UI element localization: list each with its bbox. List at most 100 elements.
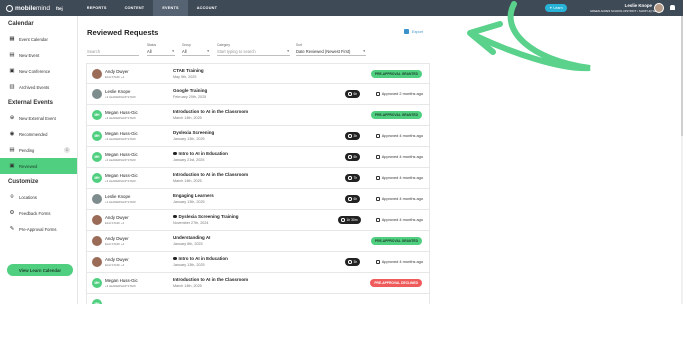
course-title[interactable]: Intro to AI in Education (173, 256, 228, 261)
course-title[interactable]: Dyslexia Screening Training (173, 214, 239, 219)
course-title[interactable]: Dyslexia Screening (173, 130, 214, 135)
table-row[interactable]: MH (86, 294, 430, 304)
avatar (92, 257, 102, 267)
sidebar-item-archived-events[interactable]: ▥ Archived Events (0, 79, 77, 95)
tab-content[interactable]: CONTENT (116, 0, 154, 16)
sidebar-item-label: Recommended (19, 131, 48, 137)
scrollbar-thumb[interactable] (681, 16, 683, 136)
clock-icon (348, 134, 352, 138)
table-row[interactable]: Leslie Knope +3 LEADERSHIP STAFF Engaging … (86, 189, 430, 210)
sidebar-item-recommended[interactable]: ◉ Recommended (0, 126, 77, 142)
avatar (92, 236, 102, 246)
course-title[interactable]: Engaging Learners (173, 193, 214, 198)
avatar (92, 215, 102, 225)
sort-select[interactable]: Date Reviewed (Newest First) ▾ (296, 47, 366, 56)
course-title[interactable]: Understanding AI (173, 235, 210, 240)
clock-icon (348, 176, 352, 180)
table-row[interactable]: MH Megan Huss-Gic +3 LEADERSHIP STAFF Intro… (86, 105, 430, 126)
page-title: Reviewed Requests (87, 28, 159, 37)
avatar: MH (92, 131, 102, 141)
main-content: Reviewed Requests Export Search Status A… (78, 16, 683, 304)
tab-events[interactable]: EVENTS (153, 0, 188, 16)
user-school: GREEN ACRES SCHOOL DISTRICT • SHOP HQ SE… (590, 9, 664, 13)
course-title[interactable]: Google Training (173, 88, 207, 93)
sidebar-item-pre-approval-forms[interactable]: ✎ Pre-Approval Forms (0, 221, 77, 237)
table-row[interactable]: MH Megan Huss-Gic +3 LEADERSHIP STAFF Dysle… (86, 126, 430, 147)
course-title[interactable]: Intro to AI in Education (173, 151, 228, 156)
person-name: Leslie Knope (105, 89, 131, 94)
chevron-down-icon: ▾ (287, 49, 289, 53)
app-logo[interactable]: mobile mind ftej (6, 4, 63, 12)
approved-status: Approved 4 months ago (375, 217, 423, 222)
requests-list: Andy Dwyer EAH STAFF +4 CTAE Training May 9… (86, 63, 430, 304)
sidebar-item-label: Event Calendar (19, 36, 48, 42)
status-filter-select[interactable]: All ▾ (147, 47, 175, 56)
course-date: January 13th, 2025 (173, 200, 205, 204)
course-date: March 14th, 2025 (173, 179, 202, 183)
course-title[interactable]: Introduction to AI in the Classroom (173, 109, 248, 114)
approved-status: Approved 4 months ago (375, 133, 423, 138)
logo-text-bold: mobile (15, 4, 36, 12)
person-name: Andy Dwyer (105, 236, 129, 241)
person-role: +3 LEADERSHIP STAFF (105, 137, 136, 141)
sidebar-item-label: Reviewed (19, 163, 38, 169)
search-input[interactable]: Search (87, 47, 139, 56)
duration-chip: 3h (345, 258, 361, 266)
person-role-text: EAH STAFF +4 (105, 221, 125, 225)
table-row[interactable]: MH Megan Huss-Gic +3 LEADERSHIP STAFF Intro… (86, 147, 430, 168)
sidebar-item-locations[interactable]: ⌾ Locations (0, 189, 77, 205)
course-title[interactable]: CTAE Training (173, 68, 204, 73)
duration-chip: 6h (345, 90, 361, 98)
person-role-text: +3 LEADERSHIP STAFF (105, 116, 137, 120)
sidebar-item-feedback-forms[interactable]: ⚙ Feedback Forms (0, 205, 77, 221)
sidebar-heading-calendar: Calendar (8, 20, 34, 27)
logo-mark-icon (6, 4, 13, 12)
notification-bell-icon[interactable] (670, 5, 675, 10)
category-placeholder: Start typing to search (217, 48, 256, 54)
table-row[interactable]: MH Megan Huss-Gic +3 LEADERSHIP STAFF Intro… (86, 273, 430, 294)
export-button[interactable]: Export (404, 29, 423, 34)
course-title-text: Engaging Learners (173, 193, 214, 198)
person-name: Megan Huss-Gic (105, 110, 138, 115)
table-row[interactable]: Andy Dwyer EAH STAFF +4 CTAE Training May 9… (86, 63, 430, 84)
group-filter-select[interactable]: All ▾ (182, 47, 210, 56)
duration-chip: 1h 30m (338, 216, 361, 224)
sidebar-item-new-conference[interactable]: ▣ New Conference (0, 63, 77, 79)
category-filter-input[interactable]: Start typing to search ▾ (217, 47, 290, 56)
avatar (92, 89, 102, 99)
person-role: EAH STAFF +4 (105, 221, 124, 225)
sidebar-item-event-calendar[interactable]: ▦ Event Calendar (0, 31, 77, 47)
sidebar-item-new-event[interactable]: ▤ New Event (0, 47, 77, 63)
table-row[interactable]: Andy Dwyer EAH STAFF +4 Intro to AI in Edu… (86, 252, 430, 273)
course-title[interactable]: Introduction to AI in the Classroom (173, 172, 248, 177)
table-row[interactable]: Leslie Knope +3 LEADERSHIP STAFF Google Tr… (86, 84, 430, 105)
lock-icon (375, 196, 380, 201)
course-date: November 27th, 2024 (173, 221, 209, 225)
person-name: Andy Dwyer (105, 69, 129, 74)
sidebar-item-new-external-event[interactable]: ⊕ New External Event (0, 110, 77, 126)
sidebar-heading-external: External Events (8, 99, 54, 106)
tab-account[interactable]: ACCOUNT (188, 0, 226, 16)
view-learn-calendar-button[interactable]: View Learn Calendar (7, 264, 73, 276)
course-title[interactable]: Introduction to AI in the Classroom (173, 277, 248, 282)
table-row[interactable]: MH Megan Huss-Gic +3 LEADERSHIP STAFF Intro… (86, 168, 430, 189)
sidebar-item-reviewed[interactable]: ▣ Reviewed (0, 158, 77, 174)
lock-icon (375, 154, 380, 159)
duration-text: 3h (353, 260, 358, 264)
course-date: January 13th, 2025 (173, 263, 205, 267)
person-role-text: +3 LEADERSHIP STAFF (105, 200, 137, 204)
sidebar-item-pending[interactable]: ▤ Pending 1 (0, 142, 77, 158)
avatar (92, 69, 102, 79)
duration-chip: 3h (345, 132, 361, 140)
tab-reports[interactable]: REPORTS (78, 0, 116, 16)
user-info[interactable]: Leslie Knope GREEN ACRES SCHOOL DISTRICT… (590, 3, 664, 13)
person-role: EAH STAFF +4 (105, 242, 124, 246)
table-row[interactable]: Andy Dwyer EAH STAFF +4 Dyslexia Screening… (86, 210, 430, 231)
learn-button[interactable]: ✦ Learn (545, 4, 567, 12)
duration-chip: 7h (345, 174, 361, 182)
person-role-text: +3 LEADERSHIP STAFF (105, 284, 137, 288)
table-row[interactable]: Andy Dwyer EAH STAFF +4 Understanding AI Ja… (86, 231, 430, 252)
duration-text: 7h (353, 176, 358, 180)
user-avatar[interactable] (654, 3, 664, 13)
wrench-icon: ✎ (9, 226, 15, 232)
